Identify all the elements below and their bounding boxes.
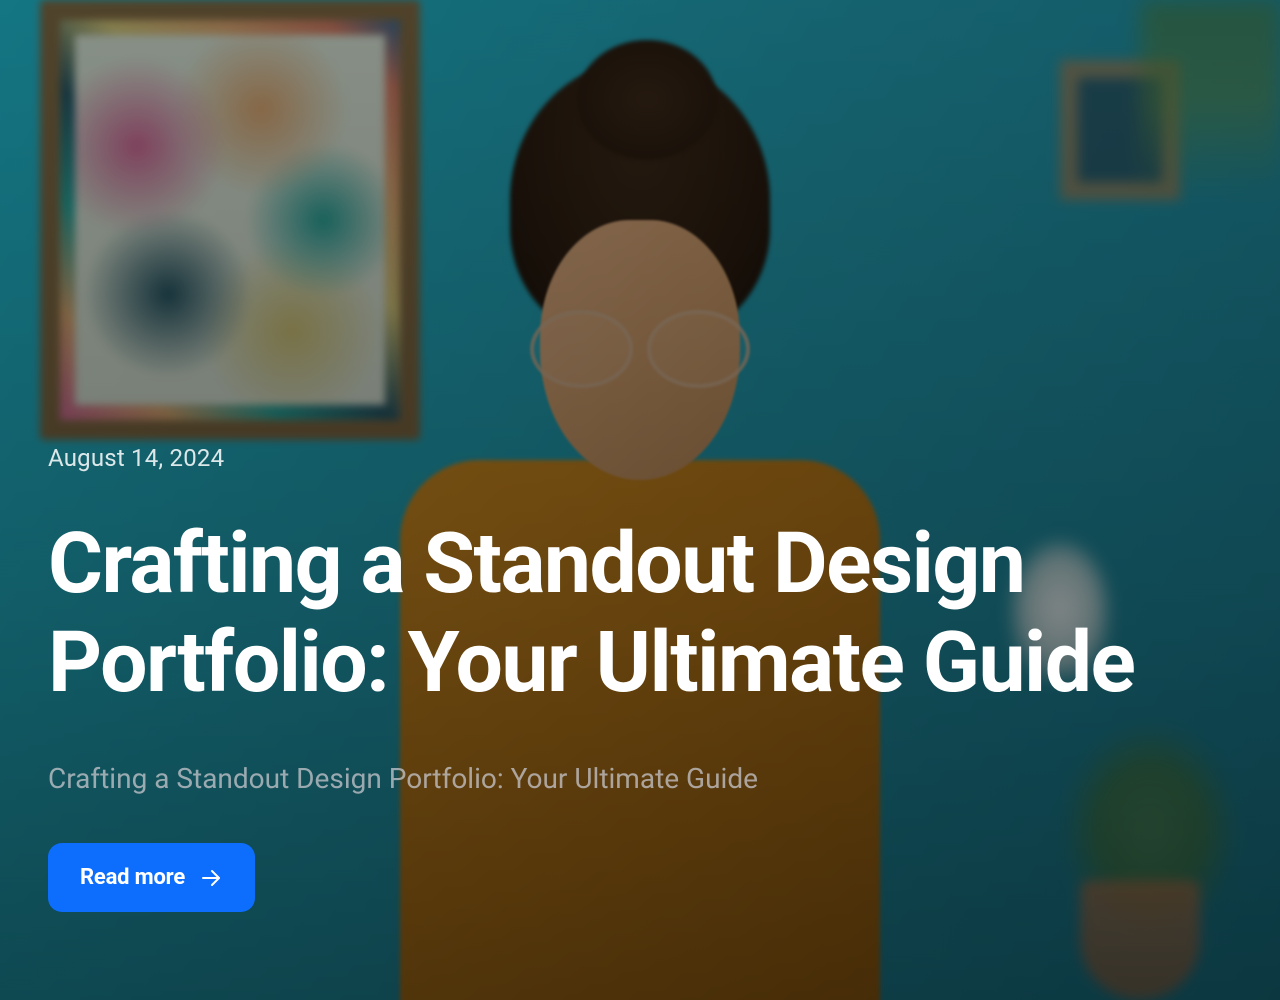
- arrow-right-icon: [199, 866, 223, 890]
- hero-content: August 14, 2024 Crafting a Standout Desi…: [48, 444, 1148, 952]
- article-subtitle: Crafting a Standout Design Portfolio: Yo…: [48, 762, 1148, 795]
- hero-container: August 14, 2024 Crafting a Standout Desi…: [0, 0, 1280, 1000]
- article-date: August 14, 2024: [48, 444, 1148, 472]
- article-title: Crafting a Standout Design Portfolio: Yo…: [48, 514, 1148, 712]
- read-more-label: Read more: [80, 865, 185, 890]
- read-more-button[interactable]: Read more: [48, 843, 255, 912]
